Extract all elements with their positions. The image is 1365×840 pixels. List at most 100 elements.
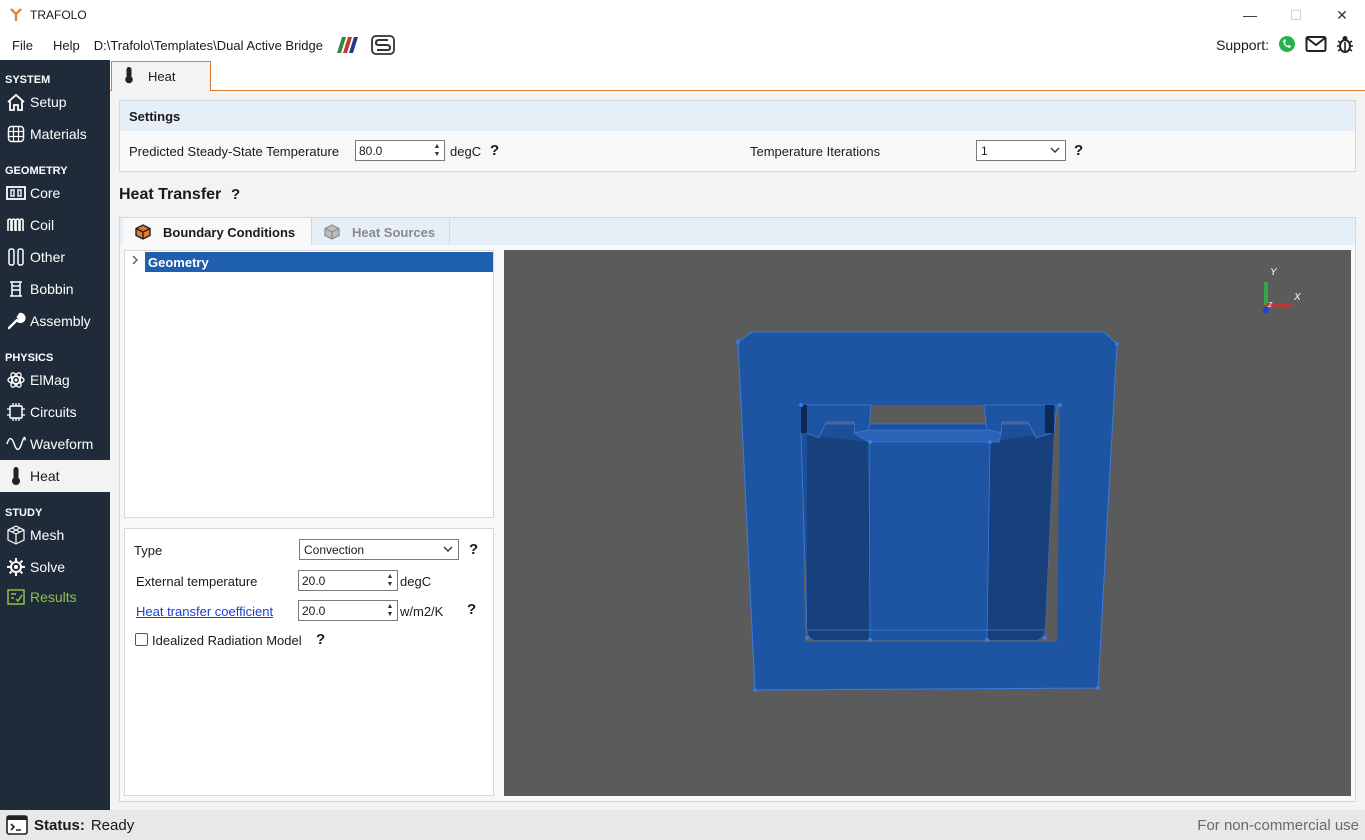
sidebar-item-setup[interactable]: Setup — [0, 86, 110, 118]
app-title: TRAFOLO — [30, 8, 87, 22]
radiation-checkbox[interactable] — [135, 633, 148, 646]
sidebar-item-label: Setup — [30, 94, 67, 110]
type-select[interactable]: Convection — [299, 539, 459, 560]
sidebar: SYSTEM Setup Materials GEOMETRY Core Coi… — [0, 60, 110, 810]
axis-triad: Y X Z — [1263, 267, 1301, 313]
salome-icon[interactable] — [371, 35, 395, 55]
external-temp-value: 20.0 — [302, 573, 326, 588]
menu-help[interactable]: Help — [47, 38, 86, 53]
tab-heat[interactable]: Heat — [111, 61, 211, 91]
box-icon — [135, 223, 153, 241]
mail-icon[interactable] — [1305, 35, 1327, 56]
sidebar-item-label: Heat — [30, 468, 60, 484]
tab-boundary-conditions[interactable]: Boundary Conditions — [123, 218, 311, 246]
radiation-label: Idealized Radiation Model — [152, 633, 302, 648]
sidebar-item-results[interactable]: Results — [0, 583, 110, 611]
chevron-down-icon — [1049, 144, 1061, 159]
external-temp-input[interactable]: 20.0 ▲ ▼ — [298, 570, 398, 591]
paraview-icon[interactable] — [335, 36, 359, 54]
heat-transfer-title: Heat Transfer — [119, 186, 222, 203]
htc-unit: w/m2/K — [400, 604, 444, 619]
axis-x-label: X — [1293, 292, 1301, 303]
help-icon[interactable]: ? — [231, 186, 240, 203]
sidebar-item-bobbin[interactable]: Bobbin — [0, 273, 110, 305]
sidebar-item-waveform[interactable]: Waveform — [0, 428, 110, 460]
expand-arrow-icon[interactable] — [131, 254, 139, 269]
geometry-tree[interactable]: Geometry — [124, 250, 494, 518]
tree-item-geometry[interactable]: Geometry — [145, 252, 493, 272]
bug-report-icon[interactable] — [1335, 34, 1355, 57]
sidebar-item-label: Mesh — [30, 527, 65, 543]
section-study: STUDY — [5, 507, 43, 519]
thermometer-icon — [6, 466, 26, 486]
boundary-properties: Type Convection ? External temperature 2… — [124, 528, 494, 796]
heat-transfer-tabs: Boundary Conditions Heat Sources — [119, 217, 1356, 246]
chevron-down-icon — [442, 543, 454, 558]
whatsapp-icon[interactable] — [1277, 34, 1297, 57]
help-icon[interactable]: ? — [490, 142, 499, 159]
other-parts-icon — [6, 247, 26, 267]
bobbin-icon — [6, 279, 26, 299]
predicted-temp-input[interactable]: 80.0 ▲ ▼ — [355, 140, 445, 161]
sidebar-item-label: Solve — [30, 559, 66, 575]
tab-label: Boundary Conditions — [163, 224, 296, 240]
sidebar-item-solve[interactable]: Solve — [0, 551, 110, 583]
tab-label: Heat Sources — [352, 224, 436, 240]
sidebar-item-materials[interactable]: Materials — [0, 118, 110, 150]
thermometer-icon — [124, 66, 134, 87]
sidebar-item-core[interactable]: Core — [0, 177, 110, 209]
predicted-temp-value: 80.0 — [359, 143, 383, 158]
heat-transfer-coefficient-link[interactable]: Heat transfer coefficient — [136, 604, 273, 619]
sidebar-item-assembly[interactable]: Assembly — [0, 305, 110, 337]
axis-z-label: Z — [1267, 302, 1273, 309]
htc-value: 20.0 — [302, 603, 326, 618]
sidebar-item-label: Circuits — [30, 404, 77, 420]
status-bar: Status: Ready For non-commercial use — [0, 810, 1365, 840]
close-button[interactable]: ✕ — [1319, 0, 1365, 30]
iterations-select[interactable]: 1 — [976, 140, 1066, 161]
sidebar-item-mesh[interactable]: Mesh — [0, 519, 110, 551]
heat-source-cube-icon — [324, 223, 342, 241]
help-icon[interactable]: ? — [1074, 142, 1083, 159]
title-bar: TRAFOLO — ☐ ✕ — [0, 0, 1365, 30]
spin-arrows-icon[interactable]: ▲ ▼ — [383, 601, 397, 620]
sidebar-item-label: Core — [30, 185, 61, 201]
help-icon[interactable]: ? — [316, 631, 325, 648]
sidebar-item-elmag[interactable]: ElMag — [0, 364, 110, 396]
tab-heat-label: Heat — [148, 69, 176, 84]
menu-bar: File Help D:\Trafolo\Templates\Dual Acti… — [0, 30, 1365, 60]
menu-file[interactable]: File — [6, 38, 39, 53]
sidebar-item-coil[interactable]: Coil — [0, 209, 110, 241]
maximize-button[interactable]: ☐ — [1273, 0, 1319, 30]
htc-input[interactable]: 20.0 ▲ ▼ — [298, 600, 398, 621]
tab-strip: Heat — [110, 60, 1365, 91]
project-path: D:\Trafolo\Templates\Dual Active Bridge — [93, 37, 323, 53]
core-icon — [6, 183, 26, 203]
sidebar-item-label: Other — [30, 249, 66, 265]
sidebar-item-heat[interactable]: Heat — [0, 460, 110, 492]
external-temp-label: External temperature — [136, 574, 258, 589]
spin-arrows-icon[interactable]: ▲ ▼ — [430, 141, 444, 160]
settings-row: Predicted Steady-State Temperature 80.0 … — [120, 131, 1355, 172]
support-area: Support: — [1216, 30, 1355, 60]
iterations-value: 1 — [981, 143, 988, 158]
wrench-icon — [6, 311, 26, 331]
type-value: Convection — [304, 542, 365, 557]
transformer-model[interactable]: Y X Z — [504, 250, 1351, 796]
spin-arrows-icon[interactable]: ▲ ▼ — [383, 571, 397, 590]
terminal-icon[interactable] — [6, 815, 28, 835]
axis-y-label: Y — [1270, 267, 1278, 278]
sidebar-item-circuits[interactable]: Circuits — [0, 396, 110, 428]
sidebar-item-other[interactable]: Other — [0, 241, 110, 273]
3d-viewport[interactable]: Y X Z — [504, 250, 1351, 796]
mesh-cube-icon — [6, 525, 26, 545]
sidebar-item-label: Materials — [30, 126, 87, 142]
coil-icon — [6, 215, 26, 235]
tab-heat-sources[interactable]: Heat Sources — [311, 218, 450, 246]
sidebar-item-label: Assembly — [30, 313, 91, 329]
help-icon[interactable]: ? — [469, 541, 478, 558]
sidebar-item-label: Bobbin — [30, 281, 74, 297]
minimize-button[interactable]: — — [1227, 0, 1273, 30]
help-icon[interactable]: ? — [467, 601, 476, 618]
sidebar-item-label: ElMag — [30, 372, 70, 388]
